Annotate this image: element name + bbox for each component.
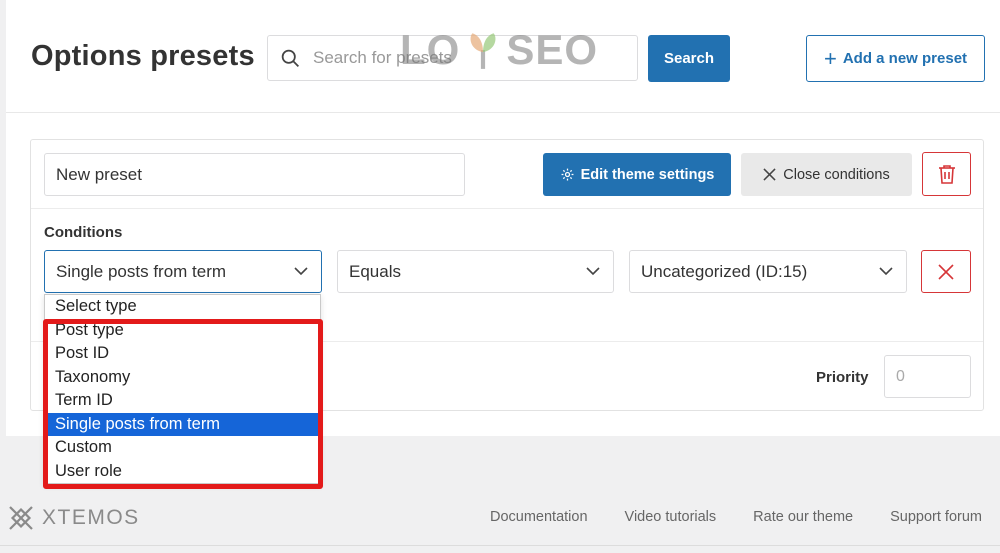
footer-link-rate-our-theme[interactable]: Rate our theme: [753, 509, 853, 525]
condition-type-select[interactable]: Single posts from term: [44, 250, 322, 293]
search-icon: [281, 49, 299, 67]
dropdown-option-select-type[interactable]: Select type: [45, 295, 320, 319]
footer-links: Documentation Video tutorials Rate our t…: [490, 509, 982, 525]
condition-comparison-select[interactable]: Equals: [337, 250, 614, 293]
plus-icon: +: [823, 45, 837, 71]
watermark-text-right: SEO: [506, 26, 599, 73]
leaf-icon: [470, 33, 496, 69]
header-divider: [6, 112, 1000, 113]
close-conditions-button[interactable]: Close conditions: [741, 153, 912, 196]
gear-icon: [561, 168, 574, 181]
dropdown-option-single-posts-from-term[interactable]: Single posts from term: [45, 412, 320, 436]
footer-brand: XTEMOS: [42, 506, 140, 529]
footer-link-documentation[interactable]: Documentation: [490, 509, 588, 525]
dropdown-option-user-role[interactable]: User role: [45, 460, 320, 484]
condition-type-value: Single posts from term: [56, 261, 227, 281]
watermark: LO SEO: [400, 26, 598, 74]
footer-logo: XTEMOS: [6, 503, 140, 533]
chevron-down-icon: [294, 267, 308, 276]
page-title: Options presets: [31, 40, 255, 72]
close-icon: [938, 263, 954, 280]
conditions-label: Conditions: [44, 224, 123, 241]
close-icon: [763, 168, 776, 181]
condition-type-dropdown: Select type Post type Post ID Taxonomy T…: [44, 294, 321, 484]
condition-value-select[interactable]: Uncategorized (ID:15): [629, 250, 907, 293]
condition-comparison-value: Equals: [349, 261, 401, 281]
delete-preset-button[interactable]: [922, 152, 971, 196]
dropdown-option-custom[interactable]: Custom: [45, 436, 320, 460]
search-button[interactable]: Search: [648, 35, 730, 82]
edit-theme-settings-button[interactable]: Edit theme settings: [543, 153, 731, 196]
watermark-text-left: LO: [400, 26, 461, 73]
condition-value: Uncategorized (ID:15): [641, 261, 808, 281]
add-preset-button[interactable]: + Add a new preset: [806, 35, 985, 82]
priority-input[interactable]: [884, 355, 971, 398]
preset-name-input[interactable]: [44, 153, 465, 196]
footer-link-video-tutorials[interactable]: Video tutorials: [625, 509, 717, 525]
priority-label: Priority: [816, 369, 869, 386]
footer-link-support-forum[interactable]: Support forum: [890, 509, 982, 525]
dropdown-option-term-id[interactable]: Term ID: [45, 389, 320, 413]
close-conditions-label: Close conditions: [783, 166, 890, 183]
xtemos-logo-icon: [9, 506, 33, 530]
trash-icon: [938, 165, 955, 184]
edit-theme-settings-label: Edit theme settings: [580, 166, 715, 183]
dropdown-option-taxonomy[interactable]: Taxonomy: [45, 366, 320, 390]
dropdown-option-post-type[interactable]: Post type: [45, 319, 320, 343]
chevron-down-icon: [879, 267, 893, 276]
chevron-down-icon: [586, 267, 600, 276]
preset-divider: [31, 208, 983, 209]
footer-divider: [0, 545, 1000, 546]
add-preset-label: Add a new preset: [842, 50, 968, 67]
dropdown-option-post-id[interactable]: Post ID: [45, 342, 320, 366]
remove-condition-button[interactable]: [921, 250, 971, 293]
